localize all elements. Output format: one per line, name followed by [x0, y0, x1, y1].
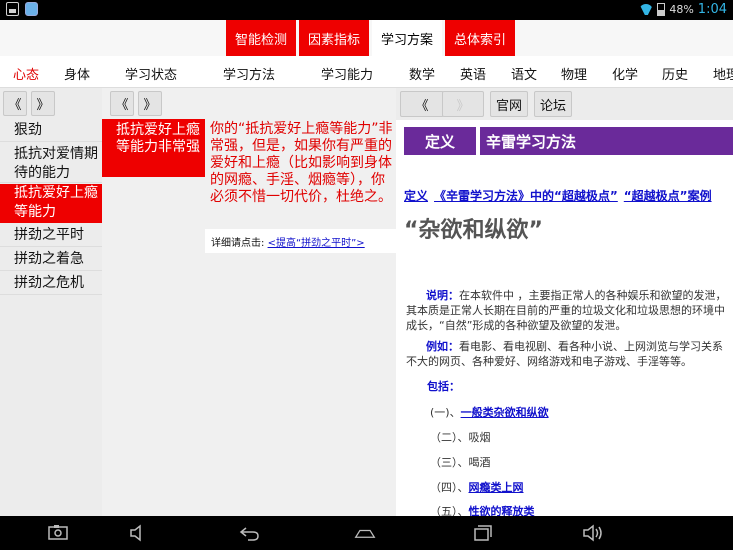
- explanation-paragraph: 说明：在本软件中 ，主要指正常人的各种娱乐和欲望的发泄，其本质是正常人长期在目前…: [406, 288, 731, 333]
- volume-down-icon[interactable]: [128, 524, 150, 542]
- include-link-release[interactable]: 性欲的释放类: [469, 505, 535, 516]
- list-item-grit[interactable]: 狠劲: [0, 121, 102, 142]
- explanation-label: 说明：: [426, 289, 459, 302]
- definition-label: 定义: [404, 127, 476, 155]
- category-body[interactable]: 身体: [64, 64, 90, 83]
- category-english[interactable]: 英语: [460, 64, 486, 83]
- category-mindset[interactable]: 心态: [13, 64, 39, 83]
- tab-study-plan[interactable]: 学习方案: [372, 20, 443, 56]
- forum-button[interactable]: 论坛: [534, 91, 572, 117]
- tab-factor-index[interactable]: 因素指标: [299, 20, 370, 56]
- category-history[interactable]: 历史: [662, 64, 688, 83]
- include-smoking: 吸烟: [468, 431, 491, 444]
- system-nav-bar: [0, 516, 733, 550]
- category-geography[interactable]: 地理: [713, 64, 733, 83]
- clock-time: 1:04: [697, 2, 727, 17]
- list-next-button[interactable]: 》: [31, 91, 55, 116]
- list-item-effort-urgent[interactable]: 拼劲之着急: [0, 250, 102, 271]
- breadcrumb-cases[interactable]: “超越极点”案例: [624, 189, 712, 203]
- status-bar: 48% 1:04: [0, 0, 733, 20]
- home-icon[interactable]: [354, 524, 380, 542]
- category-study-ability[interactable]: 学习能力: [321, 64, 373, 83]
- breadcrumb-beyond-limit[interactable]: 《辛雷学习方法》中的“超越极点”: [434, 189, 618, 203]
- tab-overall-index[interactable]: 总体索引: [445, 20, 516, 56]
- tab-smart-detect[interactable]: 智能检测: [226, 20, 297, 56]
- assessment-description: 你的“抵抗爱好上瘾等能力”非常强，但是，如果你有严重的爱好和上瘾（比如影响到身体…: [210, 121, 393, 205]
- list-prev-button[interactable]: 《: [3, 91, 27, 116]
- include-drinking: 喝酒: [468, 456, 491, 469]
- category-nav: 心态 身体 学习状态 学习方法 学习能力 数学 英语 语文 物理 化学 历史 地…: [0, 56, 733, 88]
- list-item-effort-normal[interactable]: 拼劲之平时: [0, 226, 102, 247]
- detail-link[interactable]: <提高“拼劲之平时”>: [268, 238, 365, 249]
- example-label: 例如：: [426, 340, 459, 353]
- back-icon[interactable]: [238, 524, 260, 542]
- list-item-resist-love[interactable]: 抵抗对爱情期待的能力: [0, 145, 102, 183]
- include-item: （四）、网瘾类上网: [430, 481, 524, 494]
- definition-title: 辛雷学习方法: [480, 127, 733, 155]
- detail-bar: 详细请点击: <提高“拼劲之平时”>: [205, 229, 396, 253]
- category-chemistry[interactable]: 化学: [612, 64, 638, 83]
- include-item: （五）、性欲的释放类: [430, 505, 535, 516]
- main-tab-bar: 智能检测 因素指标 学习方案 总体索引: [0, 20, 733, 56]
- include-item: （二）、吸烟: [430, 431, 491, 444]
- include-link-internet[interactable]: 网瘾类上网: [469, 481, 524, 494]
- battery-icon: [657, 3, 666, 16]
- list-item-effort-crisis[interactable]: 拼劲之危机: [0, 274, 102, 295]
- article-prev-button[interactable]: 《: [400, 91, 444, 117]
- battery-percent: 48%: [669, 3, 694, 16]
- assessment-result: 抵抗爱好上瘾等能力非常强: [102, 119, 205, 177]
- article-next-button[interactable]: 》: [442, 91, 484, 117]
- detail-prefix: 详细请点击:: [211, 238, 265, 249]
- list-item-resist-addiction[interactable]: 抵抗爱好上瘾等能力: [0, 184, 102, 223]
- example-paragraph: 例如：看电影、看电视剧、看各种小说、上网浏览与学习关系不大的网页、各种爱好、网络…: [406, 339, 731, 369]
- include-link-general[interactable]: 一般类杂欲和纵欲: [461, 406, 549, 419]
- screenshot-icon[interactable]: [47, 524, 69, 542]
- image-icon: [6, 2, 19, 16]
- includes-label: 包括：: [427, 380, 460, 393]
- official-site-button[interactable]: 官网: [490, 91, 528, 117]
- bag-icon: [25, 2, 38, 16]
- assessment-prev-button[interactable]: 《: [110, 91, 134, 116]
- category-physics[interactable]: 物理: [561, 64, 587, 83]
- article-panel: 《 》 官网 论坛 定义 辛雷学习方法 定义 《辛雷学习方法》中的“超越极点” “超…: [396, 88, 733, 516]
- include-item: （三）、喝酒: [430, 456, 491, 469]
- breadcrumb: 定义 《辛雷学习方法》中的“超越极点” “超越极点”案例: [404, 187, 718, 204]
- category-study-method[interactable]: 学习方法: [223, 64, 275, 83]
- article-title: “杂欲和纵欲”: [404, 218, 543, 243]
- recents-icon[interactable]: [472, 524, 494, 542]
- breadcrumb-definition[interactable]: 定义: [404, 189, 428, 203]
- category-study-state[interactable]: 学习状态: [125, 64, 177, 83]
- include-item: (一)、一般类杂欲和纵欲: [430, 406, 549, 419]
- volume-up-icon[interactable]: [582, 524, 604, 542]
- category-chinese[interactable]: 语文: [511, 64, 537, 83]
- wifi-icon: [639, 4, 653, 15]
- assessment-next-button[interactable]: 》: [138, 91, 162, 116]
- category-math[interactable]: 数学: [409, 64, 435, 83]
